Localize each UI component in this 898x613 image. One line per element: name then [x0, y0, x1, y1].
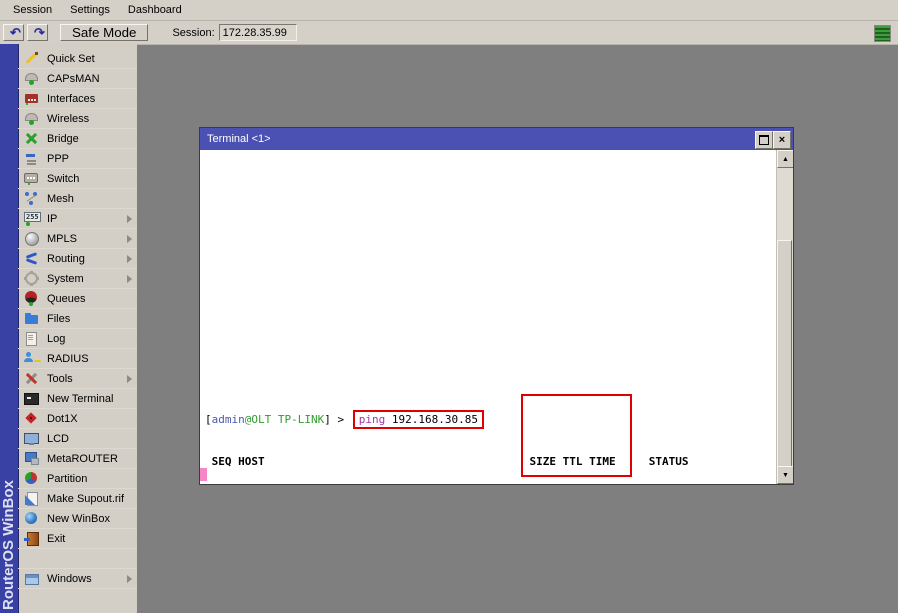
terminal-cursor: [200, 468, 207, 481]
close-button[interactable]: ×: [773, 131, 791, 149]
menu-dashboard[interactable]: Dashboard: [119, 1, 191, 19]
undo-button[interactable]: ↶: [3, 24, 24, 41]
sidebar-item-ppp[interactable]: PPP: [18, 149, 137, 169]
sidebar-item-exit[interactable]: Exit: [18, 529, 137, 549]
user-key-icon: [24, 351, 39, 366]
session-label: Session:: [172, 27, 214, 39]
log-paper-icon: [24, 331, 39, 346]
terminal-title: Terminal <1>: [207, 133, 271, 145]
sidebar-item-radius[interactable]: RADIUS: [18, 349, 137, 369]
globe-icon: [24, 511, 39, 526]
prompt-host: @OLT TP-LINK: [245, 413, 324, 426]
sidebar-item-dot1x[interactable]: Dot1X: [18, 409, 137, 429]
folder-icon: [24, 311, 39, 326]
exit-door-icon: [24, 531, 39, 546]
sidebar-item-wireless[interactable]: Wireless: [18, 109, 137, 129]
command-args: 192.168.30.85: [385, 413, 478, 426]
sidebar-item-metarouter[interactable]: MetaROUTER: [18, 449, 137, 469]
sidebar-item-capsman[interactable]: CAPsMAN: [18, 69, 137, 89]
scrollbar-thumb[interactable]: [777, 240, 792, 468]
antenna-icon: [24, 71, 39, 86]
sidebar-item-interfaces[interactable]: Interfaces: [18, 89, 137, 109]
metarouter-icon: [24, 451, 39, 466]
sphere-icon: [24, 231, 39, 246]
crossed-tools-icon: [24, 371, 39, 386]
ping-command-highlight: ping 192.168.30.85: [353, 410, 484, 429]
bridge-arrows-icon: [24, 131, 39, 146]
brand-text: RouterOS WinBox: [0, 435, 18, 610]
sidebar-item-mpls[interactable]: MPLS: [18, 229, 137, 249]
brand-strip: RouterOS WinBox: [0, 44, 19, 613]
submenu-arrow-icon: [127, 275, 132, 283]
redo-button[interactable]: ↷: [27, 24, 48, 41]
partition-pie-icon: [24, 471, 39, 486]
sidebar-item-bridge[interactable]: Bridge: [18, 129, 137, 149]
sidebar-item-switch[interactable]: Switch: [18, 169, 137, 189]
sidebar-item-new-winbox[interactable]: New WinBox: [18, 509, 137, 529]
submenu-arrow-icon: [127, 255, 132, 263]
submenu-arrow-icon: [127, 215, 132, 223]
sidebar-items: Quick Set CAPsMAN Interfaces Wireless Br…: [18, 44, 137, 613]
maximize-button[interactable]: [755, 131, 773, 149]
network-card-icon: [24, 91, 39, 106]
safe-mode-button[interactable]: Safe Mode: [60, 24, 148, 41]
menu-settings[interactable]: Settings: [61, 1, 119, 19]
terminal-body[interactable]: [admin@OLT TP-LINK] > ping 192.168.30.85…: [200, 150, 793, 484]
routing-arrows-icon: [24, 251, 39, 266]
sidebar-spacer: [18, 549, 137, 569]
gear-icon: [24, 271, 39, 286]
sidebar-item-files[interactable]: Files: [18, 309, 137, 329]
sidebar-item-mesh[interactable]: Mesh: [18, 189, 137, 209]
session-input[interactable]: [219, 24, 297, 41]
maximize-icon: [759, 135, 769, 145]
command-name: ping: [359, 413, 386, 426]
sidebar-item-windows[interactable]: Windows: [18, 569, 137, 589]
terminal-output: [admin@OLT TP-LINK] > ping 192.168.30.85…: [205, 385, 776, 484]
dot1x-diamond-icon: [24, 411, 39, 426]
ip-255-icon: 255: [24, 211, 39, 226]
menu-bar: Session Settings Dashboard: [0, 0, 898, 21]
sidebar-item-partition[interactable]: Partition: [18, 469, 137, 489]
sidebar-item-ip[interactable]: 255IP: [18, 209, 137, 229]
sidebar-item-make-supout[interactable]: Make Supout.rif: [18, 489, 137, 509]
submenu-arrow-icon: [127, 235, 132, 243]
toolbar: ↶ ↷ Safe Mode Session:: [0, 21, 898, 45]
terminal-window: Terminal <1> × [admin@OLT TP-LINK] > pin…: [199, 127, 794, 485]
sidebar: RouterOS WinBox Quick Set CAPsMAN Interf…: [0, 44, 137, 613]
document-icon: [24, 491, 39, 506]
submenu-arrow-icon: [127, 375, 132, 383]
terminal-icon: [24, 391, 39, 406]
sidebar-item-quick-set[interactable]: Quick Set: [18, 49, 137, 69]
scroll-down-button[interactable]: ▼: [777, 466, 793, 484]
sidebar-item-new-terminal[interactable]: New Terminal: [18, 389, 137, 409]
monitor-icon: [24, 431, 39, 446]
wireless-antenna-icon: [24, 111, 39, 126]
ping-stats-highlight: [521, 394, 632, 477]
output-header-line: SEQ HOSTSIZE TTL TIMESTATUS: [205, 455, 776, 469]
sidebar-item-log[interactable]: Log: [18, 329, 137, 349]
terminal-scrollbar[interactable]: ▲ ▼: [776, 150, 793, 484]
sidebar-item-routing[interactable]: Routing: [18, 249, 137, 269]
sidebar-item-lcd[interactable]: LCD: [18, 429, 137, 449]
terminal-titlebar[interactable]: Terminal <1> ×: [200, 128, 793, 150]
queues-pie-icon: [24, 291, 39, 306]
switch-icon: [24, 171, 39, 186]
submenu-arrow-icon: [127, 575, 132, 583]
sidebar-item-queues[interactable]: Queues: [18, 289, 137, 309]
mesh-nodes-icon: [24, 191, 39, 206]
menu-session[interactable]: Session: [4, 1, 61, 19]
terminal-prompt-line: [admin@OLT TP-LINK] > ping 192.168.30.85: [205, 413, 776, 427]
traffic-indicator-icon: [874, 25, 891, 42]
sidebar-item-tools[interactable]: Tools: [18, 369, 137, 389]
winbox-app: Session Settings Dashboard ↶ ↷ Safe Mode…: [0, 0, 898, 613]
ppp-icon: [24, 151, 39, 166]
magic-wand-icon: [24, 51, 39, 66]
sidebar-item-system[interactable]: System: [18, 269, 137, 289]
scroll-up-button[interactable]: ▲: [777, 150, 793, 168]
window-icon: [24, 571, 39, 586]
prompt-user: admin: [212, 413, 245, 426]
